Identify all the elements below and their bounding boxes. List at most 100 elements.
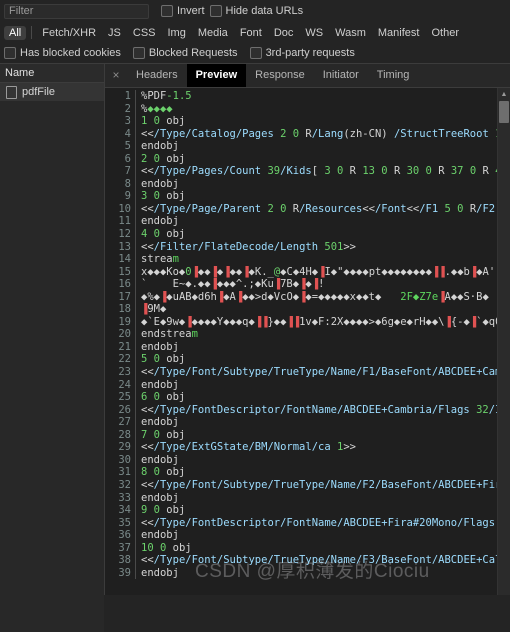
checkbox-icon[interactable] (161, 5, 173, 17)
type-filter-wasm[interactable]: Wasm (330, 26, 371, 40)
filter-input[interactable] (4, 3, 149, 19)
code-line-content: <</Type/ExtGState/BM/Normal/ca 1>> (136, 441, 497, 454)
code-line: 38 <</Type/Font/Subtype/TrueType/Name/F3/… (105, 554, 497, 567)
code-token: ! (318, 278, 325, 291)
type-filter-fetch-xhr[interactable]: Fetch/XHR (37, 26, 101, 40)
type-filter-other[interactable]: Other (426, 26, 464, 40)
code-line-content: endobj (136, 379, 497, 392)
code-token: /ABCDEE+Calib (431, 554, 497, 567)
code-token: endobj (141, 140, 179, 153)
code-line: 36 endobj (105, 529, 497, 542)
code-line: 31 8 0 obj (105, 466, 497, 479)
type-filter-ws[interactable]: WS (300, 26, 328, 40)
code-token: /F1 (419, 202, 439, 215)
code-token: 37 0 (450, 165, 477, 178)
code-line: 4 <</Type/Catalog/Pages 2 0 R/Lang(zh-CN)… (105, 127, 497, 141)
line-number: 8 (124, 177, 131, 190)
code-token: R (431, 165, 451, 178)
type-filter-js[interactable]: JS (103, 26, 126, 40)
code-token: 4 0 (141, 228, 160, 241)
code-token: /ABCDEE+Cambr (431, 366, 497, 379)
code-line: 22 5 0 obj (105, 353, 497, 367)
code-token: /FlateDecode (197, 240, 274, 253)
code-token: 6 0 (141, 391, 160, 404)
code-token: /F2 (476, 202, 496, 215)
option-checkbox-3rd-party-requests[interactable]: 3rd-party requests (249, 47, 355, 59)
filter-checkbox-invert[interactable]: Invert (161, 5, 205, 17)
code-token: ◆◆ (229, 265, 243, 278)
preview-vertical-scrollbar[interactable]: ▲ (497, 88, 510, 595)
code-line-content: endobj (136, 341, 497, 354)
code-token: /Type (153, 554, 186, 567)
code-line-content: ◆%◆▐◆uAB◆d6h▐◆A▐◆◆>d◆VcO◆▐◆=◆◆◆◆◆x◆◆t◆ 2… (136, 291, 497, 304)
code-token: /StructTreeRoot (393, 127, 489, 140)
preview-code-area[interactable]: 1 %PDF-1.5 2 %◆◆◆◆ 3 1 0 obj 4 <</Type/Catalog/… (105, 88, 497, 595)
code-token: m (191, 328, 198, 341)
code-token: obj (159, 504, 186, 517)
checkbox-icon[interactable] (249, 47, 262, 59)
type-filter-doc[interactable]: Doc (269, 26, 299, 40)
code-token: /Type (153, 516, 186, 529)
code-token: ◆`E◆9w◆ (141, 315, 186, 328)
code-token: /TrueType (267, 366, 325, 379)
filter-checkbox-hide-data-urls[interactable]: Hide data URLs (209, 5, 304, 17)
scroll-up-arrow-icon[interactable]: ▲ (498, 88, 510, 100)
checkbox-icon[interactable] (132, 47, 145, 59)
option-checkbox-has-blocked-cookies[interactable]: Has blocked cookies (4, 47, 121, 59)
type-filter-css[interactable]: CSS (128, 26, 161, 40)
resource-type-filter-bar: All Fetch/XHR JS CSS Img Media Font Doc WS Wasm Ma… (0, 22, 510, 43)
type-filter-all[interactable]: All (4, 25, 27, 40)
code-token: 8 0 (141, 466, 160, 479)
line-number: 38 (118, 554, 131, 567)
checkbox-label: Hide data URLs (225, 5, 304, 17)
code-token: `◆q0 (476, 315, 497, 328)
tab-preview[interactable]: Preview (186, 64, 247, 87)
type-filter-font[interactable]: Font (235, 26, 267, 40)
code-token: << (141, 516, 154, 529)
line-number: 37 (118, 541, 131, 554)
tab-response[interactable]: Response (246, 64, 314, 87)
code-token: ◆◆ (197, 265, 211, 278)
code-token: 7 0 (141, 428, 160, 441)
code-token: ◆K._ (248, 265, 274, 278)
code-token: << (362, 202, 375, 215)
tab-headers[interactable]: Headers (127, 64, 187, 87)
code-line-content: 2 0 obj (136, 153, 497, 166)
code-token: ◆A' (476, 265, 496, 278)
code-token: /Subtype (216, 554, 268, 567)
request-options-bar: Has blocked cookies Blocked Requests 3rd-p… (0, 43, 510, 64)
checkbox-icon[interactable] (4, 47, 16, 59)
code-token: A◆◆S·B◆ (444, 290, 489, 303)
code-token: %PDF (141, 90, 167, 102)
code-line: 28 7 0 obj (105, 428, 497, 442)
code-token: << (406, 202, 420, 215)
code-line: 11 endobj (105, 215, 497, 229)
code-token: R (476, 165, 496, 178)
request-row[interactable]: pdfFile (0, 83, 104, 101)
code-token: /Filter (153, 240, 198, 253)
type-filter-manifest[interactable]: Manifest (373, 26, 425, 40)
line-number: 19 (118, 315, 131, 328)
tab-timing[interactable]: Timing (368, 64, 419, 87)
code-token: << (141, 202, 154, 215)
code-token: ◆uAB◆d6h (166, 290, 217, 303)
code-line-content: endobj (136, 454, 497, 467)
filter-checkbox-group: Invert Hide data URLs (161, 5, 303, 17)
code-token: /FontDescriptor (185, 516, 281, 529)
type-filter-media[interactable]: Media (193, 26, 233, 40)
option-checkbox-blocked-requests[interactable]: Blocked Requests (132, 47, 238, 59)
type-filter-img[interactable]: Img (163, 26, 191, 40)
code-line-content: <</Type/Font/Subtype/TrueType/Name/F2/Ba… (136, 479, 497, 492)
code-token: endobj (141, 529, 179, 542)
code-token: /Pages (235, 127, 274, 140)
close-icon[interactable]: × (105, 64, 127, 87)
code-line-content: endobj (136, 567, 497, 580)
code-token: /F3 (355, 554, 375, 567)
scrollbar-thumb[interactable] (499, 101, 509, 123)
checkbox-icon[interactable] (209, 5, 222, 17)
line-number: 16 (118, 278, 131, 291)
code-line: 2 %◆◆◆◆ (105, 102, 497, 116)
code-token: {-◆ (450, 315, 470, 328)
line-number: 29 (118, 441, 131, 454)
tab-initiator[interactable]: Initiator (314, 64, 368, 87)
